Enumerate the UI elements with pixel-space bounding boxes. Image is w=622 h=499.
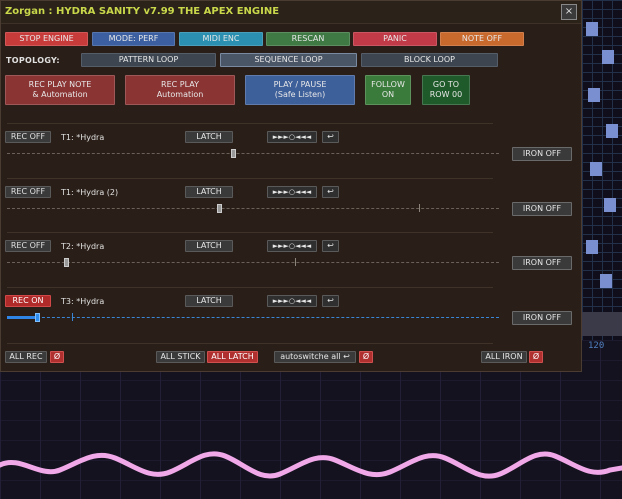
all-iron-button[interactable]: ALL IRON xyxy=(481,351,527,363)
latch-button[interactable]: LATCH xyxy=(185,295,233,307)
close-icon[interactable]: × xyxy=(561,4,577,20)
rescan-button[interactable]: RESCAN xyxy=(266,32,350,46)
transport-button[interactable]: ►►►○◄◄◄ xyxy=(267,131,317,143)
transport-button[interactable]: ►►►○◄◄◄ xyxy=(267,240,317,252)
iron-toggle-button[interactable]: IRON OFF xyxy=(512,256,572,270)
automation-track-line xyxy=(7,153,499,156)
automation-slider-handle[interactable] xyxy=(35,313,40,322)
follow-toggle-button[interactable]: FOLLOW ON xyxy=(365,75,411,105)
automation-slider-handle[interactable] xyxy=(217,204,222,213)
stop-engine-button[interactable]: STOP ENGINE xyxy=(5,32,88,46)
window-title: Zorgan : HYDRA SANITY v7.99 THE APEX ENG… xyxy=(5,6,280,17)
track-name: T1: *Hydra (2) xyxy=(61,188,119,197)
transport-button[interactable]: ►►►○◄◄◄ xyxy=(267,295,317,307)
all-stick-button[interactable]: ALL STICK xyxy=(156,351,205,363)
return-icon[interactable]: ↩ xyxy=(322,131,339,143)
automation-slider-handle[interactable] xyxy=(64,258,69,267)
return-icon[interactable]: ↩ xyxy=(322,240,339,252)
topology-label: TOPOLOGY: xyxy=(6,56,60,65)
automation-track-line xyxy=(7,262,499,265)
block-loop-button[interactable]: BLOCK LOOP xyxy=(361,53,498,67)
all-rec-reset-button[interactable]: Ø xyxy=(50,351,64,363)
loop-marker xyxy=(419,204,420,212)
track-name: T3: *Hydra xyxy=(61,297,105,306)
panic-button[interactable]: PANIC xyxy=(353,32,437,46)
iron-toggle-button[interactable]: IRON OFF xyxy=(512,311,572,325)
track-name: T1: *Hydra xyxy=(61,133,105,142)
sequence-loop-button[interactable]: SEQUENCE LOOP xyxy=(220,53,357,67)
pattern-loop-button[interactable]: PATTERN LOOP xyxy=(81,53,216,67)
automation-track-line xyxy=(7,317,499,320)
latch-button[interactable]: LATCH xyxy=(185,240,233,252)
bottom-value-label: 120 xyxy=(588,341,605,351)
iron-toggle-button[interactable]: IRON OFF xyxy=(512,202,572,216)
rec-play-note-automation-button[interactable]: REC PLAY NOTE & Automation xyxy=(5,75,115,105)
hydra-sanity-window: Zorgan : HYDRA SANITY v7.99 THE APEX ENG… xyxy=(0,0,582,372)
latch-button[interactable]: LATCH xyxy=(185,186,233,198)
transport-button[interactable]: ►►►○◄◄◄ xyxy=(267,186,317,198)
rec-toggle-button[interactable]: REC OFF xyxy=(5,131,51,143)
note-off-button[interactable]: NOTE OFF xyxy=(440,32,524,46)
midi-enc-button[interactable]: MIDI ENC xyxy=(179,32,263,46)
mode-perf-button[interactable]: MODE: PERF xyxy=(92,32,175,46)
go-to-row-button[interactable]: GO TO ROW 00 xyxy=(422,75,470,105)
automation-track-fill xyxy=(7,316,37,319)
track-name: T2: *Hydra xyxy=(61,242,105,251)
rec-toggle-button[interactable]: REC OFF xyxy=(5,240,51,252)
return-icon[interactable]: ↩ xyxy=(322,295,339,307)
background-pattern-grid xyxy=(582,0,622,340)
rec-toggle-button[interactable]: REC ON xyxy=(5,295,51,307)
autoswitch-all-button[interactable]: autoswitche all ↩ xyxy=(274,351,356,363)
title-bar[interactable]: Zorgan : HYDRA SANITY v7.99 THE APEX ENG… xyxy=(1,1,581,24)
autoswitch-reset-button[interactable]: Ø xyxy=(359,351,373,363)
all-rec-button[interactable]: ALL REC xyxy=(5,351,47,363)
rec-toggle-button[interactable]: REC OFF xyxy=(5,186,51,198)
iron-toggle-button[interactable]: IRON OFF xyxy=(512,147,572,161)
return-icon[interactable]: ↩ xyxy=(322,186,339,198)
latch-button[interactable]: LATCH xyxy=(185,131,233,143)
automation-envelope xyxy=(0,451,622,479)
all-latch-button[interactable]: ALL LATCH xyxy=(207,351,258,363)
play-pause-button[interactable]: PLAY / PAUSE (Safe Listen) xyxy=(245,75,355,105)
automation-track-line xyxy=(7,208,499,211)
loop-marker xyxy=(72,313,73,321)
automation-slider-handle[interactable] xyxy=(231,149,236,158)
all-iron-reset-button[interactable]: Ø xyxy=(529,351,543,363)
rec-play-automation-button[interactable]: REC PLAY Automation xyxy=(125,75,235,105)
loop-marker xyxy=(295,258,296,266)
